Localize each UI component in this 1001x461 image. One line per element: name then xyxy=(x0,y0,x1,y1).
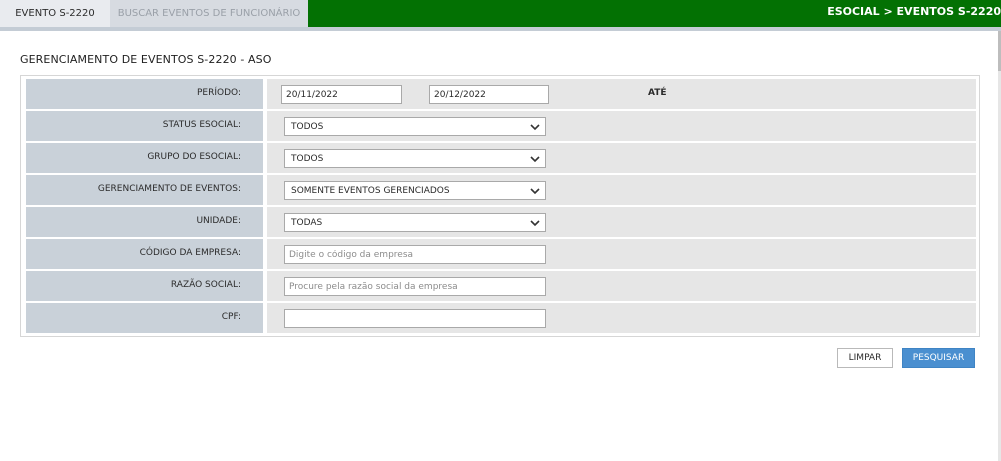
grupo-esocial-select[interactable]: TODOS xyxy=(284,149,546,168)
breadcrumb: ESOCIAL > EVENTOS S-2220 xyxy=(827,5,1001,18)
value-cell: SOMENTE EVENTOS GERENCIADOS xyxy=(267,175,976,205)
chevron-down-icon xyxy=(530,188,540,195)
grupo-esocial-label: GRUPO DO ESOCIAL: xyxy=(147,152,241,162)
codigo-empresa-label: CÓDIGO DA EMPRESA: xyxy=(139,248,241,258)
value-cell xyxy=(267,271,976,301)
unidade-value: TODAS xyxy=(291,218,323,228)
tab-buscar-eventos-funcionario[interactable]: BUSCAR EVENTOS DE FUNCIONÁRIO xyxy=(110,0,308,27)
status-esocial-label: STATUS ESOCIAL: xyxy=(162,120,241,130)
form-row-gerenciamento-eventos: GERENCIAMENTO DE EVENTOS: SOMENTE EVENTO… xyxy=(26,175,976,205)
value-cell: ATÉ xyxy=(267,79,976,109)
razao-social-label: RAZÃO SOCIAL: xyxy=(170,280,241,290)
label-cell: GRUPO DO ESOCIAL: xyxy=(26,143,263,173)
search-form: PERÍODO: ATÉ STATUS ESOCIAL: TODOS GRUPO… xyxy=(20,75,980,337)
value-cell: TODAS xyxy=(267,207,976,237)
form-row-status-esocial: STATUS ESOCIAL: TODOS xyxy=(26,111,976,141)
label-cell: RAZÃO SOCIAL: xyxy=(26,271,263,301)
grupo-esocial-value: TODOS xyxy=(291,154,324,164)
gerenciamento-eventos-value: SOMENTE EVENTOS GERENCIADOS xyxy=(291,186,450,196)
form-row-unidade: UNIDADE: TODAS xyxy=(26,207,976,237)
periodo-separator-label: ATÉ xyxy=(648,88,667,98)
gerenciamento-eventos-select[interactable]: SOMENTE EVENTOS GERENCIADOS xyxy=(284,181,546,200)
form-row-periodo: PERÍODO: ATÉ xyxy=(26,79,976,109)
codigo-empresa-input[interactable] xyxy=(284,245,546,264)
tab-evento-s2220[interactable]: EVENTO S-2220 xyxy=(0,0,110,27)
chevron-down-icon xyxy=(530,124,540,131)
status-esocial-value: TODOS xyxy=(291,122,324,132)
periodo-end-input[interactable] xyxy=(429,85,549,104)
label-cell: CPF: xyxy=(26,303,263,333)
form-row-codigo-empresa: CÓDIGO DA EMPRESA: xyxy=(26,239,976,269)
label-cell: STATUS ESOCIAL: xyxy=(26,111,263,141)
chevron-down-icon xyxy=(530,220,540,227)
form-row-razao-social: RAZÃO SOCIAL: xyxy=(26,271,976,301)
cpf-label: CPF: xyxy=(221,312,241,322)
form-row-grupo-esocial: GRUPO DO ESOCIAL: TODOS xyxy=(26,143,976,173)
form-row-cpf: CPF: xyxy=(26,303,976,333)
value-cell: TODOS xyxy=(267,143,976,173)
status-esocial-select[interactable]: TODOS xyxy=(284,117,546,136)
unidade-select[interactable]: TODAS xyxy=(284,213,546,232)
value-cell xyxy=(267,303,976,333)
label-cell: UNIDADE: xyxy=(26,207,263,237)
top-divider xyxy=(0,27,1001,31)
periodo-label: PERÍODO: xyxy=(197,88,241,98)
periodo-start-input[interactable] xyxy=(281,85,402,104)
page-title: GERENCIAMENTO DE EVENTOS S-2220 - ASO xyxy=(20,53,272,66)
label-cell: CÓDIGO DA EMPRESA: xyxy=(26,239,263,269)
cpf-input[interactable] xyxy=(284,309,546,328)
value-cell xyxy=(267,239,976,269)
gerenciamento-eventos-label: GERENCIAMENTO DE EVENTOS: xyxy=(97,184,241,194)
label-cell: PERÍODO: xyxy=(26,79,263,109)
search-button[interactable]: PESQUISAR xyxy=(902,348,975,368)
clear-button[interactable]: LIMPAR xyxy=(837,348,893,368)
unidade-label: UNIDADE: xyxy=(196,216,241,226)
label-cell: GERENCIAMENTO DE EVENTOS: xyxy=(26,175,263,205)
razao-social-input[interactable] xyxy=(284,277,546,296)
value-cell: TODOS xyxy=(267,111,976,141)
chevron-down-icon xyxy=(530,156,540,163)
